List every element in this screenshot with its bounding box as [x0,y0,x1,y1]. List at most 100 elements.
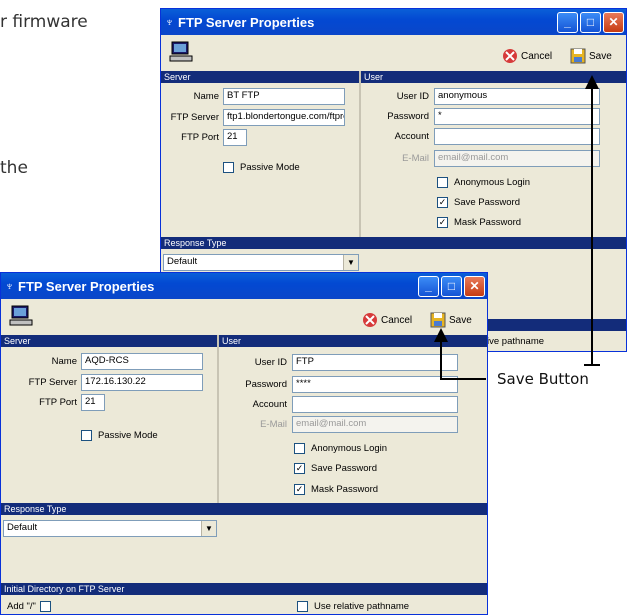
computer-icon [9,305,33,326]
cancel-label: Cancel [521,50,553,62]
checkbox-box[interactable] [39,601,51,612]
name-input[interactable]: AQD-RCS [81,353,203,370]
account-label: Account [252,399,287,410]
mask-password-label: Mask Password [311,484,379,495]
passive-mode-checkbox[interactable]: Passive Mode [223,162,300,173]
email-label: E-Mail [402,153,429,164]
checkbox-box[interactable] [294,443,305,454]
ftp-server-input[interactable]: ftp1.blondertongue.com/ftpro [223,109,345,126]
close-button[interactable]: ✕ [603,11,624,33]
response-type-header: Response Type [161,237,626,249]
chevron-down-icon[interactable]: ▼ [343,255,358,270]
arrow-up-icon [585,75,599,89]
ftp-properties-window-front: ♆ FTP Server Properties _ □ ✕ Cancel Sav… [0,272,488,615]
cancel-icon [363,313,377,327]
user-id-label: User ID [396,91,429,102]
ftp-port-label: FTP Port [181,132,219,143]
anonymous-login-label: Anonymous Login [311,443,388,454]
doc-text-the: the [0,158,28,178]
minimize-button[interactable]: _ [557,11,578,33]
section-divider [359,71,361,237]
server-section-header: Server [161,71,359,83]
doc-text-firmware: r firmware [0,12,88,32]
save-disk-icon [570,48,586,64]
anonymous-login-checkbox[interactable]: Anonymous Login [437,177,530,188]
relative-pathname-label: Use relative pathname [314,601,410,612]
password-label: Password [245,379,287,390]
add-slash-label: Add "/" [7,601,36,612]
chevron-down-icon[interactable]: ▼ [201,521,216,536]
mask-password-checkbox[interactable]: ✓ Mask Password [437,217,521,228]
callout-line-front-horizontal [440,378,486,380]
minimize-button[interactable]: _ [418,275,439,297]
response-type-select[interactable]: Default ▼ [163,254,359,271]
passive-mode-label: Passive Mode [98,430,158,441]
save-password-label: Save Password [454,197,521,208]
checkbox-box[interactable] [81,430,92,441]
mask-password-label: Mask Password [454,217,522,228]
initial-directory-header: Initial Directory on FTP Server [1,583,487,595]
checkbox-box[interactable] [223,162,234,173]
password-input[interactable]: * [434,108,600,125]
account-label: Account [394,131,429,142]
passive-mode-label: Passive Mode [240,162,300,173]
account-input[interactable] [292,396,458,413]
callout-line-front-vertical [440,340,442,380]
checkbox-box-checked[interactable]: ✓ [437,217,448,228]
checkbox-box-checked[interactable]: ✓ [294,484,305,495]
response-type-value: Default [167,256,198,267]
ftp-server-label: FTP Server [170,112,219,123]
response-type-header: Response Type [1,503,487,515]
titlebar: ♆ FTP Server Properties _ □ ✕ [1,273,487,299]
save-disk-icon [430,312,446,328]
maximize-button[interactable]: □ [441,275,462,297]
passive-mode-checkbox[interactable]: Passive Mode [81,430,158,441]
user-id-label: User ID [254,357,287,368]
cancel-button[interactable]: Cancel [501,47,552,65]
email-input[interactable]: email@mail.com [434,150,600,167]
checkbox-box[interactable] [437,177,448,188]
save-password-checkbox[interactable]: ✓ Save Password [294,463,377,474]
close-button[interactable]: ✕ [464,275,485,297]
user-id-input[interactable]: FTP [292,354,458,371]
ftp-port-label: FTP Port [39,397,77,408]
window-title: FTP Server Properties [18,278,155,294]
save-label: Save [449,314,472,326]
account-input[interactable] [434,128,600,145]
password-input[interactable]: **** [292,376,458,393]
add-slash-checkbox[interactable]: Add "/" [7,601,57,612]
arrow-up-icon [434,328,448,342]
cancel-button[interactable]: Cancel [361,311,412,329]
save-button[interactable]: Save [429,311,472,329]
callout-line-tick [584,364,600,366]
checkbox-box-checked[interactable]: ✓ [294,463,305,474]
save-label: Save [589,50,612,62]
cancel-label: Cancel [381,314,413,326]
ftp-app-icon: ♆ [165,15,174,29]
server-section-header: Server [1,335,217,347]
save-password-checkbox[interactable]: ✓ Save Password [437,197,520,208]
save-button[interactable]: Save [569,47,612,65]
relative-pathname-checkbox[interactable]: Use relative pathname [297,601,409,612]
save-password-label: Save Password [311,463,378,474]
ftp-server-input[interactable]: 172.16.130.22 [81,374,203,391]
anonymous-login-label: Anonymous Login [454,177,531,188]
name-input[interactable]: BT FTP [223,88,345,105]
email-label: E-Mail [260,419,287,430]
user-id-input[interactable]: anonymous [434,88,600,105]
response-type-select[interactable]: Default ▼ [3,520,217,537]
password-label: Password [387,111,429,122]
mask-password-checkbox[interactable]: ✓ Mask Password [294,484,378,495]
ftp-port-input[interactable]: 21 [223,129,247,146]
ftp-port-input[interactable]: 21 [81,394,105,411]
cancel-icon [503,49,517,63]
callout-line-back-vertical [591,85,593,365]
name-label: Name [51,356,77,367]
checkbox-box-checked[interactable]: ✓ [437,197,448,208]
checkbox-box[interactable] [297,601,308,612]
email-input[interactable]: email@mail.com [292,416,458,433]
maximize-button[interactable]: □ [580,11,601,33]
name-label: Name [193,91,219,102]
relative-pathname-partial: ive pathname [487,336,545,347]
anonymous-login-checkbox[interactable]: Anonymous Login [294,443,387,454]
